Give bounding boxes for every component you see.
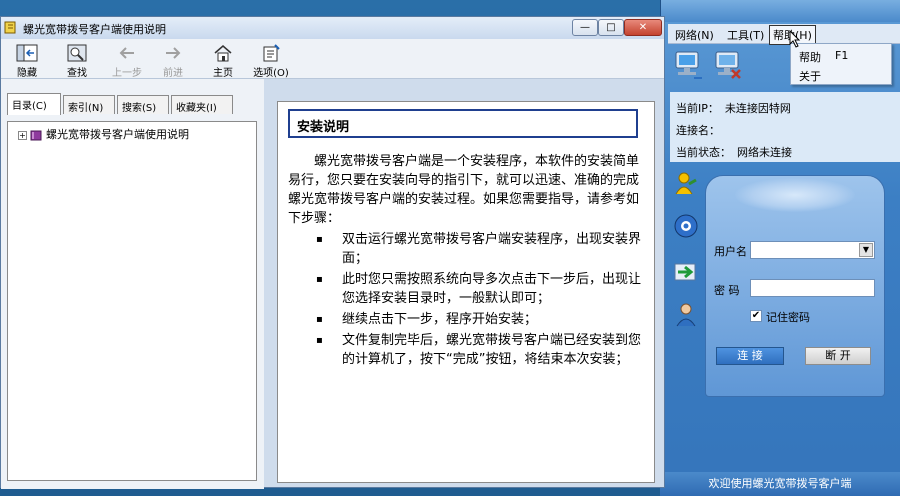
remember-password-checkbox[interactable]: ✔ bbox=[750, 310, 762, 322]
topic-intro: 螺光宽带拨号客户端是一个安装程序，本软件的安装简单易行，您只要在安装向导的指引下… bbox=[288, 154, 640, 226]
topic-pane: 安装说明 螺光宽带拨号客户端是一个安装程序，本软件的安装简单易行，您只要在安装向… bbox=[277, 101, 655, 483]
back-button[interactable]: 上一步 bbox=[105, 43, 149, 79]
disconnect-button[interactable]: 断 开 bbox=[805, 347, 871, 365]
home-label: 主页 bbox=[213, 68, 233, 79]
ip-label: 当前IP： bbox=[676, 102, 719, 115]
tab-index[interactable]: 索引(N) bbox=[63, 95, 115, 114]
ip-value: 未连接因特网 bbox=[724, 102, 791, 115]
chevron-down-icon[interactable]: ▼ bbox=[859, 243, 873, 257]
password-label: 密 码 bbox=[714, 284, 740, 297]
minimize-button[interactable]: — bbox=[572, 19, 598, 36]
connect-button[interactable]: 连 接 bbox=[716, 347, 784, 365]
menu-item-about[interactable]: 关于 bbox=[799, 68, 821, 84]
menu-tools[interactable]: 工具(T) bbox=[724, 27, 767, 43]
tab-search[interactable]: 搜索(S) bbox=[117, 95, 169, 114]
connection-name-label: 连接名： bbox=[676, 124, 720, 137]
hide-label: 隐藏 bbox=[17, 68, 37, 79]
username-label: 用户名 bbox=[714, 245, 747, 258]
find-icon bbox=[67, 44, 87, 62]
mouse-cursor-icon bbox=[789, 30, 801, 48]
install-steps-list: 双击运行螺光宽带拨号客户端安装程序，出现安装界面； 此时您只需按照系统向导多次点… bbox=[312, 230, 642, 371]
back-arrow-icon bbox=[119, 47, 134, 59]
help-toolbar: 隐藏 查找 上一步 前进 主页 选项(O) bbox=[1, 39, 664, 79]
tab-contents[interactable]: 目录(C) bbox=[7, 93, 61, 115]
forward-button[interactable]: 前进 bbox=[151, 43, 195, 79]
help-shortcut: F1 bbox=[835, 49, 849, 62]
password-field[interactable] bbox=[750, 279, 875, 297]
list-item: 文件复制完毕后，螺光宽带拨号客户端已经安装到您的计算机了，按下“完成”按钮，将结… bbox=[312, 331, 642, 369]
client-footer: 欢迎使用螺光宽带拨号客户端 bbox=[660, 472, 900, 496]
topic-title: 安装说明 bbox=[288, 109, 638, 138]
state-row: 当前状态： 网络未连接 bbox=[676, 144, 792, 160]
user-profile-icon[interactable] bbox=[672, 300, 700, 328]
menu-network[interactable]: 网络(N) bbox=[672, 27, 717, 43]
back-label: 上一步 bbox=[112, 68, 142, 79]
connection-status-panel: 当前IP： 未连接因特网 连接名： 当前状态： 网络未连接 bbox=[670, 92, 900, 162]
client-titlebar bbox=[661, 0, 900, 22]
contents-tree: + 螺光宽带拨号客户端使用说明 bbox=[7, 121, 257, 481]
expand-toggle[interactable]: + bbox=[18, 130, 27, 140]
menu-item-help[interactable]: 帮助 bbox=[799, 49, 821, 65]
options-icon bbox=[263, 44, 280, 62]
closed-book-icon bbox=[30, 130, 42, 140]
list-item: 双击运行螺光宽带拨号客户端安装程序，出现安装界面； bbox=[312, 230, 642, 268]
remember-password-label: 记住密码 bbox=[766, 311, 810, 324]
username-combobox[interactable]: ▼ bbox=[750, 241, 875, 259]
state-label: 当前状态： bbox=[676, 146, 731, 159]
connect-arrow-icon[interactable] bbox=[672, 258, 700, 286]
find-label: 查找 bbox=[67, 68, 87, 79]
tree-root-node[interactable]: + 螺光宽带拨号客户端使用说明 bbox=[18, 126, 189, 142]
user-online-icon[interactable] bbox=[672, 170, 700, 198]
find-button[interactable]: 查找 bbox=[55, 43, 99, 79]
client-menubar: 网络(N) 工具(T) 帮助(H) bbox=[668, 24, 900, 45]
help-book-icon bbox=[4, 21, 16, 34]
hide-icon bbox=[16, 44, 38, 62]
forward-label: 前进 bbox=[163, 68, 183, 79]
tab-favorites[interactable]: 收藏夹(I) bbox=[171, 95, 233, 114]
home-icon bbox=[214, 45, 232, 62]
list-item: 此时您只需按照系统向导多次点击下一步后，出现让您选择安装目录时，一般默认即可； bbox=[312, 270, 642, 308]
maximize-button[interactable]: □ bbox=[598, 19, 624, 36]
network-connected-icon[interactable] bbox=[670, 48, 706, 84]
connection-name-row: 连接名： bbox=[676, 122, 726, 138]
swirl-logo bbox=[735, 178, 855, 212]
network-disconnected-icon[interactable] bbox=[710, 48, 746, 84]
ip-status-row: 当前IP： 未连接因特网 bbox=[676, 100, 791, 116]
forward-arrow-icon bbox=[166, 47, 181, 59]
help-window: 螺光宽带拨号客户端使用说明 — □ ✕ 隐藏 查找 上一步 前进 主页 选项(O… bbox=[0, 16, 665, 489]
tree-root-label: 螺光宽带拨号客户端使用说明 bbox=[46, 128, 189, 141]
help-titlebar: 螺光宽带拨号客户端使用说明 — □ ✕ bbox=[1, 17, 664, 39]
close-button[interactable]: ✕ bbox=[624, 19, 662, 36]
help-window-title: 螺光宽带拨号客户端使用说明 bbox=[23, 23, 166, 36]
state-value: 网络未连接 bbox=[737, 146, 792, 159]
home-button[interactable]: 主页 bbox=[201, 43, 245, 79]
hide-button[interactable]: 隐藏 bbox=[5, 43, 49, 79]
settings-gear-icon[interactable] bbox=[672, 212, 700, 240]
list-item: 继续点击下一步，程序开始安装； bbox=[312, 310, 642, 329]
options-button[interactable]: 选项(O) bbox=[249, 43, 293, 79]
help-dropdown-menu: 帮助 F1 关于 bbox=[790, 43, 892, 85]
options-label: 选项(O) bbox=[253, 68, 289, 79]
